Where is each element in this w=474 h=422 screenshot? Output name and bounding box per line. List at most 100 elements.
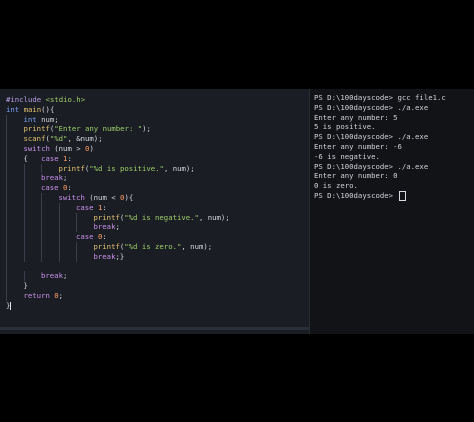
- indent-guide: [6, 241, 24, 252]
- terminal-text: Enter any number: 0: [314, 171, 398, 181]
- indent-guide: [6, 222, 24, 233]
- code-token: , num);: [163, 163, 195, 173]
- code-token: <stdio.h>: [45, 95, 86, 104]
- code-token: break: [93, 222, 116, 232]
- terminal-text: 5 is positive.: [314, 122, 376, 132]
- code-line: printf("%d is zero.", num);: [6, 241, 309, 252]
- indent-guide: [6, 212, 24, 223]
- code-token: int: [6, 104, 24, 114]
- code-token: break: [41, 173, 63, 183]
- code-token: ;: [58, 290, 64, 300]
- terminal-line: PS D:\100dayscode> gcc file1.c: [314, 93, 474, 103]
- code-token: switch: [23, 143, 55, 153]
- terminal-text: PS D:\100dayscode>: [314, 190, 398, 200]
- code-line: printf("%d is negative.", num);: [6, 212, 309, 223]
- code-token: ;}: [115, 251, 125, 261]
- indent-guide: [6, 232, 24, 242]
- terminal-line: -6 is negative.: [314, 152, 474, 162]
- indent-guide: [41, 232, 59, 242]
- terminal-line: Enter any number: 5: [314, 113, 474, 123]
- terminal-panel[interactable]: PS D:\100dayscode> gcc file1.c PS D:\100d…: [309, 89, 474, 334]
- code-token: "%d": [49, 134, 68, 144]
- code-line: int num;: [6, 114, 309, 125]
- indent-guide: [6, 134, 24, 144]
- code-token: , num);: [181, 241, 213, 251]
- code-line: printf("%d is positive.", num);: [6, 163, 309, 174]
- code-token: return: [23, 290, 55, 300]
- text-caret: [10, 301, 12, 310]
- code-line: int main(){: [6, 105, 309, 115]
- code-token: :: [102, 202, 107, 212]
- terminal-cursor: [399, 190, 407, 201]
- terminal-text: Enter any number: -6: [314, 141, 402, 151]
- code-token: int: [23, 114, 42, 124]
- indent-guide: [6, 290, 24, 301]
- indent-guide: [6, 251, 24, 262]
- indent-guide: [58, 241, 77, 252]
- indent-guide: [23, 232, 42, 242]
- code-token: ){: [124, 192, 134, 202]
- terminal-line: Enter any number: -6: [314, 142, 474, 152]
- indent-guide: [58, 212, 77, 223]
- code-token: printf: [23, 124, 50, 134]
- indent-guide: [6, 202, 24, 213]
- indent-guide: [41, 192, 59, 203]
- indent-guide: [6, 124, 24, 135]
- code-line: }: [6, 281, 309, 291]
- indent-guide: [76, 251, 94, 262]
- terminal-text: PS D:\100dayscode> ./a.exe: [314, 132, 429, 142]
- code-token: case: [76, 202, 98, 212]
- terminal-text: PS D:\100dayscode> ./a.exe: [314, 161, 429, 171]
- code-line: break;: [6, 222, 309, 233]
- code-line: break;: [6, 271, 309, 282]
- terminal-text: -6 is negative.: [314, 151, 380, 161]
- indent-guide: [6, 114, 24, 125]
- terminal-line: PS D:\100dayscode> ./a.exe: [314, 103, 474, 113]
- indent-guide: [41, 163, 59, 174]
- code-line: break;: [6, 173, 309, 184]
- code-line: switch (num < 0){: [6, 192, 309, 203]
- code-token: switch: [58, 192, 90, 202]
- code-token: );: [142, 124, 151, 134]
- code-token: #include: [6, 95, 46, 104]
- code-line: break;}: [6, 251, 309, 262]
- indent-guide: [23, 192, 42, 203]
- indent-guide: [23, 251, 42, 262]
- terminal-text: 0 is zero.: [314, 181, 358, 191]
- code-token: ): [89, 143, 94, 153]
- code-lines: #include <stdio.h> int main(){int num; pri…: [6, 95, 309, 311]
- code-token: printf: [58, 163, 85, 173]
- code-token: case: [41, 153, 64, 163]
- indent-guide: [23, 212, 42, 223]
- code-token: "%d is positive.": [89, 163, 164, 173]
- code-token: :: [102, 232, 107, 242]
- code-line: { case 1:: [6, 153, 309, 164]
- indent-guide: [6, 143, 24, 154]
- indent-guide: [76, 212, 94, 223]
- horizontal-scrollbar[interactable]: [0, 327, 309, 330]
- indent-guide: [23, 271, 42, 282]
- indent-guide: [23, 241, 42, 252]
- code-line: [6, 261, 309, 272]
- code-token: (num <: [89, 192, 121, 202]
- terminal-line: PS D:\100dayscode>: [314, 190, 474, 201]
- code-token: :: [67, 153, 72, 163]
- indent-guide: [76, 241, 94, 252]
- code-editor[interactable]: #include <stdio.h> int main(){int num; pri…: [0, 89, 309, 334]
- code-token: "%d is negative.": [124, 212, 199, 222]
- code-token: ;: [62, 271, 68, 281]
- indent-guide: [58, 222, 77, 233]
- indent-guide: [6, 192, 24, 203]
- indent-guide: [6, 281, 24, 291]
- code-token: (num >: [54, 143, 86, 153]
- code-token: printf: [93, 212, 120, 222]
- code-token: case: [41, 183, 63, 193]
- code-line: }: [6, 301, 309, 311]
- code-token: }: [23, 281, 28, 291]
- code-line: scanf("%d", &num);: [6, 134, 309, 144]
- code-line: return 0;: [6, 290, 309, 301]
- indent-guide: [6, 183, 24, 193]
- indent-guide: [6, 163, 24, 174]
- terminal-output: PS D:\100dayscode> gcc file1.c PS D:\100d…: [314, 93, 474, 201]
- terminal-line: PS D:\100dayscode> ./a.exe: [314, 162, 474, 172]
